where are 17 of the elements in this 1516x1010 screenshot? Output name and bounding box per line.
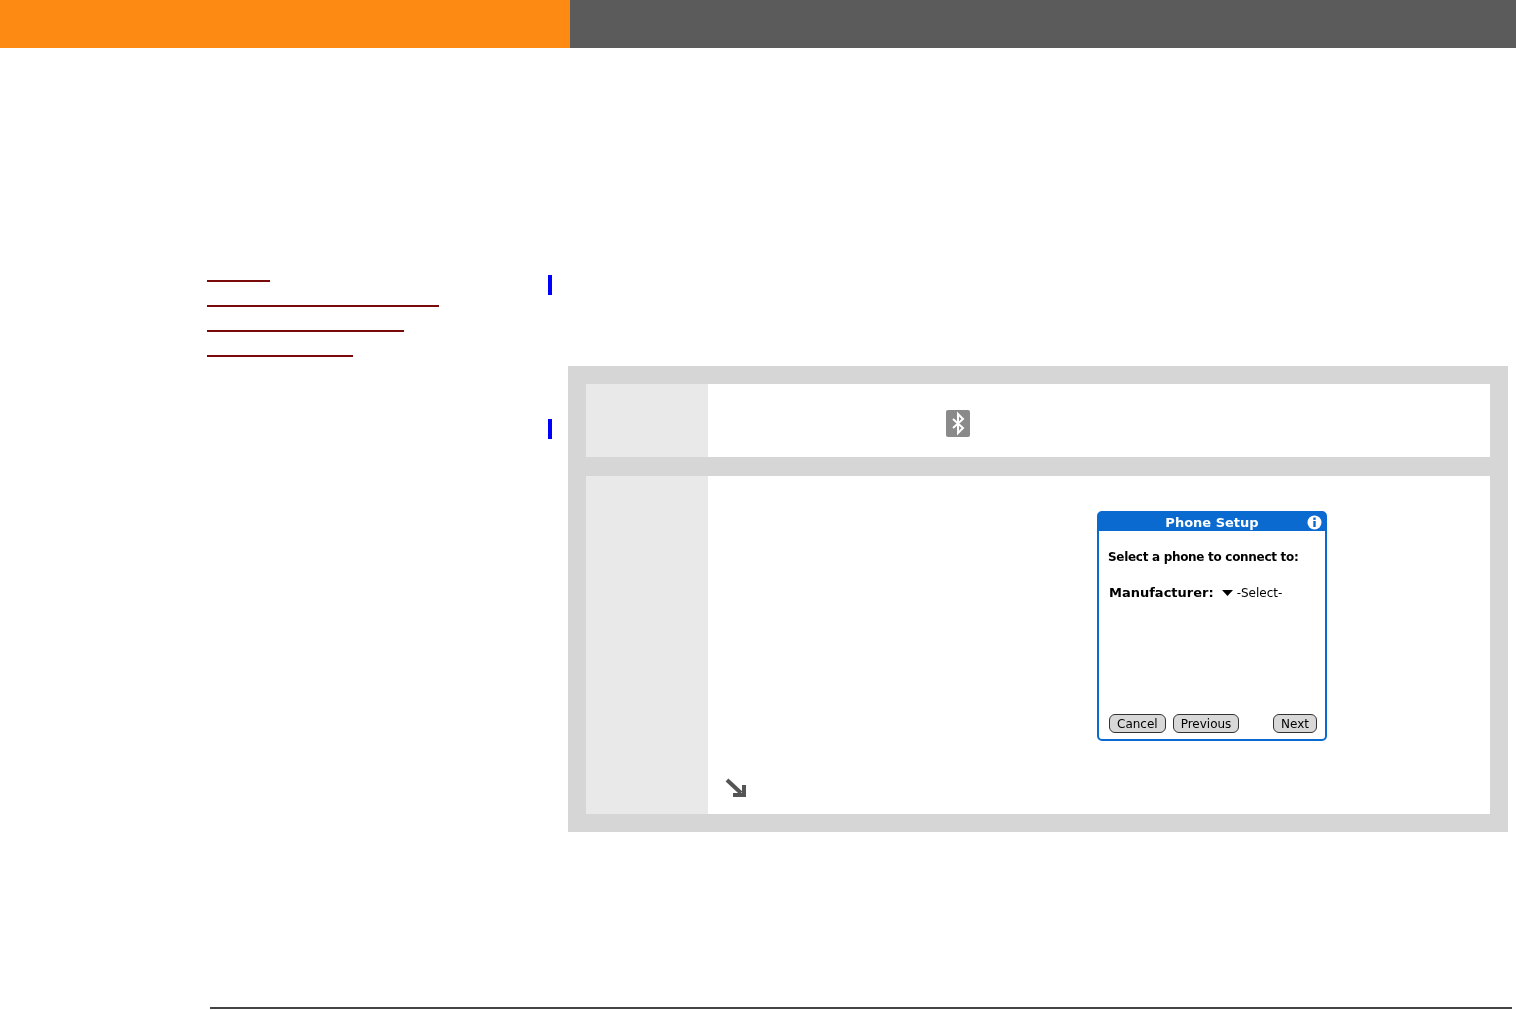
screen-title: Phone Setup xyxy=(1099,513,1325,531)
change-bar xyxy=(548,275,552,295)
info-icon[interactable] xyxy=(1307,515,1322,530)
link-underline[interactable] xyxy=(207,280,270,282)
link-underline[interactable] xyxy=(207,305,439,307)
dialog-button[interactable]: Next xyxy=(1273,714,1317,733)
dialog-button[interactable]: Previous xyxy=(1172,714,1240,733)
manufacturer-label: Manufacturer: xyxy=(1109,585,1214,600)
link-underline[interactable] xyxy=(207,330,404,332)
prompt-text: Select a phone to connect to: xyxy=(1108,550,1300,564)
link-underline[interactable] xyxy=(207,355,353,357)
dialog-button[interactable]: Cancel xyxy=(1109,714,1166,733)
dropdown-triangle-icon xyxy=(1221,589,1233,596)
diagonal-arrow-icon xyxy=(725,778,747,798)
change-bar xyxy=(548,419,552,439)
manufacturer-picker[interactable]: -Select- xyxy=(1221,585,1283,600)
bluetooth-icon xyxy=(946,410,970,437)
